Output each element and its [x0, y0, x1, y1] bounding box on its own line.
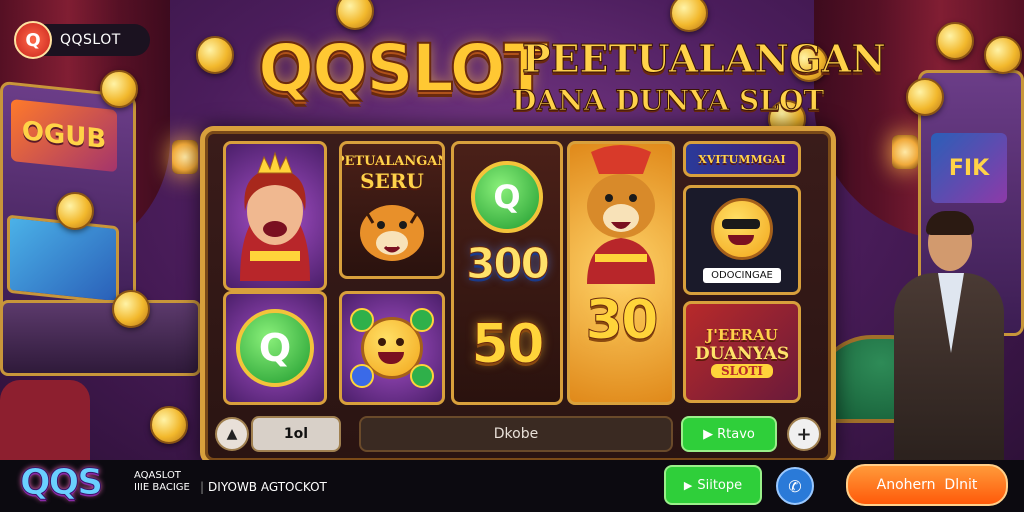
footer-slogan: | DIYOWB AGTOCKOT — [200, 480, 327, 494]
reel-5-middle: ODOCINGAE — [683, 185, 801, 295]
gem-icon — [350, 364, 374, 388]
reel-2-top: PETUALANGAN SERU — [339, 141, 445, 279]
q-logo-icon: Q — [471, 161, 543, 233]
reel-5-header: XVITUMMGAI — [683, 141, 801, 177]
reel-3: Q 300 50 — [451, 141, 563, 405]
coin-icon — [936, 22, 974, 60]
title-line-2: DANA DUNYA SLOT — [511, 84, 825, 118]
gem-icon — [410, 308, 434, 332]
wall-lamp-left — [172, 140, 198, 174]
coin-icon — [100, 70, 138, 108]
coin-icon — [670, 0, 708, 32]
seated-man — [880, 211, 1004, 463]
play-icon: ▶ — [683, 478, 693, 492]
reel-1-top — [223, 141, 327, 291]
footer-logo: QQS — [19, 462, 103, 504]
spin-button[interactable]: ▶ Rtavo — [681, 416, 777, 452]
footer-orange-button[interactable]: Anohern Dlnit — [846, 464, 1008, 506]
phone-icon: ✆ — [788, 476, 802, 496]
reel-4-bottom-value: 30 — [585, 288, 659, 352]
reel-4: 30 — [567, 141, 675, 405]
status-field: Dkobe — [359, 416, 673, 452]
coin-icon — [150, 406, 188, 444]
play-icon: ▶ — [703, 426, 714, 442]
gem-icon — [350, 308, 374, 332]
slot-machine: Q PETUALANGAN SERU Q 300 50 30 XVITUMMGA… — [200, 126, 836, 466]
q-logo-icon: Q — [236, 309, 314, 387]
brand-name: QQSLOT — [60, 32, 121, 48]
reel-label-seru: SERU — [360, 169, 424, 193]
hammer-icon: ▲ — [226, 426, 238, 442]
reel-2-bottom — [339, 291, 445, 405]
wall-lamp-right — [892, 135, 918, 169]
coin-icon — [984, 36, 1022, 74]
page-title: QQSLOT — [257, 29, 550, 108]
tiger-icon — [360, 205, 424, 261]
title-line-1: PEETUALANGAN — [522, 36, 887, 82]
coin-icon — [112, 290, 150, 328]
reel-label-petualangan: PETUALANGAN — [339, 154, 445, 169]
gem-icon — [410, 364, 434, 388]
coin-icon — [56, 192, 94, 230]
chair-left — [0, 380, 90, 460]
phone-button[interactable]: ✆ — [776, 467, 814, 505]
hammer-button[interactable]: ▲ — [215, 417, 249, 451]
arcade-console-left — [0, 300, 201, 376]
coin-icon — [906, 78, 944, 116]
coin-icon — [196, 36, 234, 74]
sunglasses-smiley-icon — [711, 197, 773, 260]
reel-5-bottom: J'EERAU DUANYAS SLOTI — [683, 301, 801, 403]
lion-character-icon — [587, 145, 655, 284]
brand-pill[interactable]: Q QQSLOT — [14, 21, 150, 59]
arcade-screen-left-lower — [7, 214, 119, 305]
reel-3-bottom-value: 50 — [471, 312, 545, 376]
footer-tagline: AQASLOT IIIE BACIGE — [134, 470, 190, 493]
reel-3-top-value: 300 — [466, 239, 551, 289]
footer-green-button[interactable]: ▶ Siitope — [664, 465, 762, 505]
arcade-screen-right: FIK — [931, 133, 1007, 203]
coin-icon — [336, 0, 374, 30]
reel-5-caption: ODOCINGAE — [703, 267, 781, 283]
reel-1-bottom: Q — [223, 291, 327, 405]
q-logo-icon: Q — [14, 21, 52, 59]
plus-button[interactable]: + — [787, 417, 821, 451]
bet-display[interactable]: 1ol — [251, 416, 341, 452]
arcade-screen-left: OGUB — [11, 99, 117, 173]
queen-character-icon — [240, 151, 310, 281]
